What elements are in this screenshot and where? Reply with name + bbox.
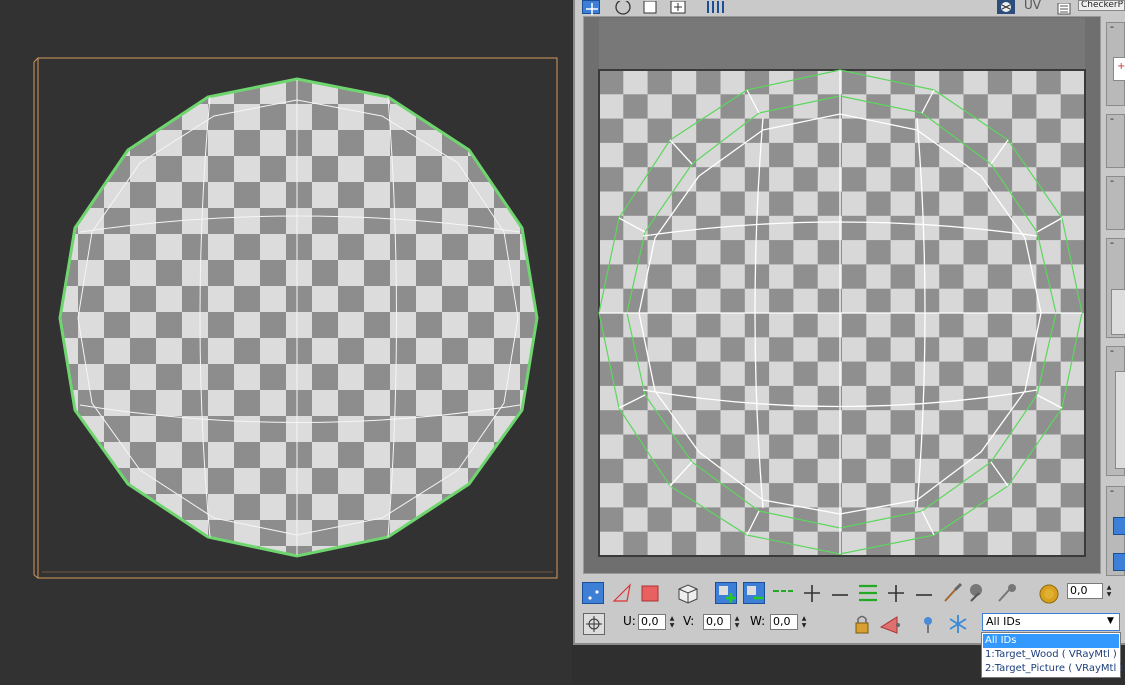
uv-canvas[interactable] xyxy=(597,68,1087,558)
uv-canvas-margin xyxy=(599,18,1085,70)
u-label: U: xyxy=(623,614,636,628)
soft-selection-value[interactable]: 0,0 xyxy=(1067,583,1103,599)
move-icon[interactable] xyxy=(582,0,600,15)
selection-toolbar: 0,0 ▲ ▼ xyxy=(575,578,1125,608)
dropdown-option[interactable]: 2:Target_Picture ( VRayMtl ) xyxy=(983,662,1123,676)
scale-icon[interactable] xyxy=(641,0,659,14)
w-value-field[interactable]: 0,0 xyxy=(770,614,798,630)
rotate-icon[interactable] xyxy=(614,0,632,15)
w-label: W: xyxy=(750,614,766,628)
viewport-canvas[interactable] xyxy=(0,0,572,685)
chevron-down-icon[interactable]: ▼ xyxy=(1107,616,1114,626)
rollout-explode[interactable]: - xyxy=(1106,236,1125,338)
options-icon[interactable] xyxy=(1057,0,1071,15)
rollout-reshape[interactable]: - xyxy=(1106,112,1125,168)
perspective-viewport[interactable] xyxy=(0,0,572,685)
w-spinner-icon[interactable]: ▲ ▼ xyxy=(800,615,808,629)
checker-texture-icon[interactable] xyxy=(997,0,1015,14)
v-label: V: xyxy=(683,614,695,628)
ring-grow-button[interactable] xyxy=(885,582,907,604)
paint-select-grow-icon[interactable] xyxy=(967,582,989,604)
face-select-button[interactable] xyxy=(639,582,661,604)
freeform-icon[interactable] xyxy=(669,0,687,14)
vertex-select-button[interactable] xyxy=(582,582,604,604)
rollout-quick-transform[interactable]: - + xyxy=(1106,20,1125,106)
v-value-field[interactable]: 0,0 xyxy=(703,614,731,630)
material-id-dropdown-list: All IDs 1:Target_Wood ( VRayMtl ) 2:Targ… xyxy=(981,632,1123,678)
edge-select-button[interactable] xyxy=(611,582,633,604)
soft-selection-spinner-icon[interactable]: ▲ ▼ xyxy=(1105,584,1113,598)
paint-select-shrink-icon[interactable] xyxy=(995,582,1017,604)
dropdown-option[interactable]: All IDs xyxy=(983,634,1119,648)
u-spinner-icon[interactable]: ▲ ▼ xyxy=(668,615,676,629)
uv-editor-top-toolbar xyxy=(575,0,1125,16)
paint-select-icon[interactable] xyxy=(941,582,963,604)
texture-dropdown[interactable]: CheckerP xyxy=(1078,0,1125,11)
ring-shrink-button[interactable] xyxy=(913,582,935,604)
element-select-button[interactable] xyxy=(675,582,698,604)
absolute-offset-toggle[interactable] xyxy=(583,613,605,635)
u-value-field[interactable]: 0,0 xyxy=(638,614,666,630)
lock-icon[interactable] xyxy=(851,613,873,635)
edge-loop-button[interactable] xyxy=(771,582,793,604)
material-id-select[interactable]: All IDs xyxy=(982,613,1120,631)
grow-selection-button[interactable] xyxy=(715,582,737,604)
freeze-snowflake-icon[interactable] xyxy=(947,613,969,635)
edge-ring-button[interactable] xyxy=(857,582,879,604)
soft-selection-icon[interactable] xyxy=(1038,582,1060,604)
shrink-selection-button[interactable] xyxy=(743,582,765,604)
light-bulb-icon[interactable] xyxy=(917,613,939,635)
rollout-stitch[interactable]: - xyxy=(1106,174,1125,230)
uv-mapped-disc[interactable] xyxy=(40,60,560,580)
loop-shrink-button[interactable] xyxy=(829,582,851,604)
mirror-icon[interactable] xyxy=(705,0,724,14)
rollout-weld[interactable]: - xyxy=(1106,344,1125,476)
show-hidden-edges-icon[interactable] xyxy=(879,613,901,635)
v-spinner-icon[interactable]: ▲ ▼ xyxy=(733,615,741,629)
rollout-arrange[interactable]: - xyxy=(1106,484,1125,576)
loop-grow-button[interactable] xyxy=(801,582,823,604)
uv-channel-label: UV xyxy=(1024,0,1041,12)
dropdown-option[interactable]: 1:Target_Wood ( VRayMtl ) xyxy=(983,648,1119,662)
